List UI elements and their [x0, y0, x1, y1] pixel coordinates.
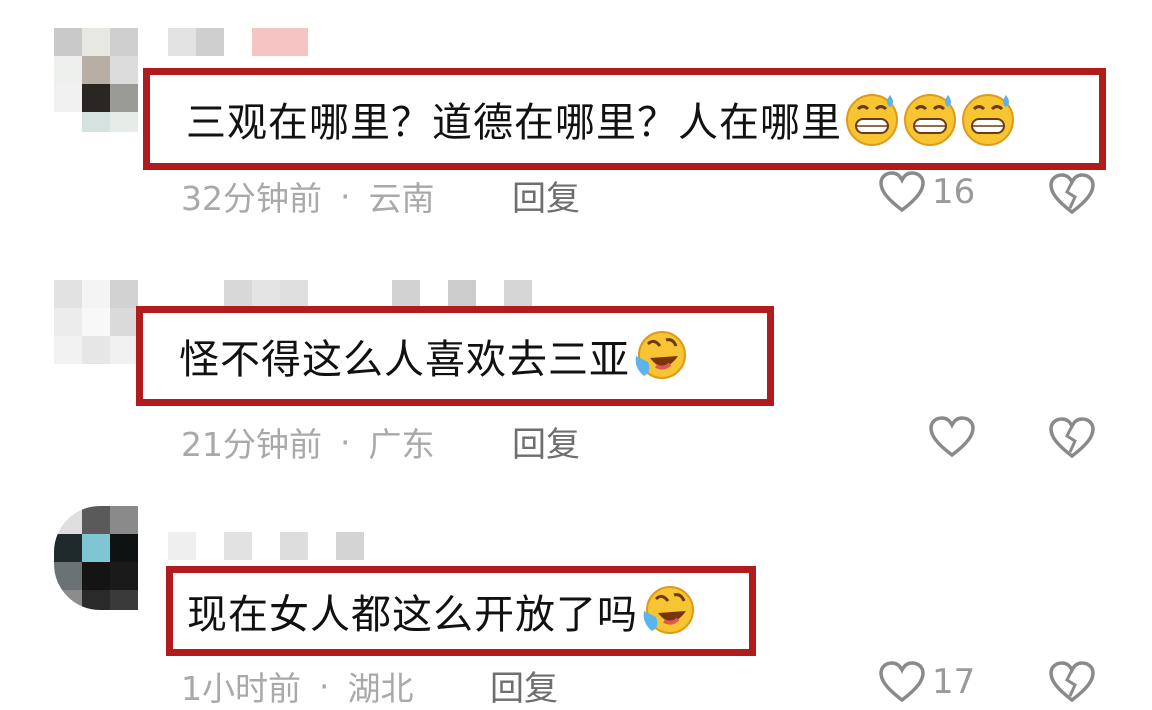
username-blurred[interactable] [168, 28, 308, 56]
comment-meta: 1小时前 · 湖北 [181, 662, 414, 710]
username-blurred[interactable] [224, 280, 534, 308]
comment-text: 三观在哪里？道德在哪里？人在哪里 [186, 100, 842, 146]
reply-button[interactable]: 回复 [490, 661, 558, 710]
broken-heart-icon [1049, 417, 1095, 459]
comment-meta: 32分钟前 · 云南 [181, 172, 435, 220]
like-button[interactable] [928, 415, 982, 459]
broken-heart-icon [1049, 173, 1095, 215]
comment-location: 广东 [368, 425, 435, 464]
grin-sweat-icon [904, 94, 956, 146]
comment-time: 1小时前 [181, 669, 301, 708]
avatar[interactable] [54, 28, 146, 132]
comment-highlight-box: 三观在哪里？道德在哪里？人在哪里 [143, 68, 1106, 170]
separator-dot: · [340, 422, 351, 462]
comment-highlight-box: 怪不得这么人喜欢去三亚 [136, 306, 774, 406]
dislike-button[interactable] [1048, 660, 1096, 708]
username-blurred[interactable] [168, 532, 364, 560]
laughing-tears-icon [635, 331, 686, 379]
like-button[interactable]: 17 [878, 660, 975, 704]
laughing-tears-icon [643, 586, 694, 634]
heart-icon [929, 416, 975, 458]
heart-icon [879, 171, 925, 213]
comment-meta: 21分钟前 · 广东 [181, 418, 435, 466]
grin-sweat-icon [846, 94, 898, 146]
comment-location: 湖北 [347, 669, 414, 708]
comment-time: 21分钟前 [181, 425, 322, 464]
dislike-button[interactable] [1048, 172, 1096, 220]
comment-text: 怪不得这么人喜欢去三亚 [179, 337, 630, 383]
comment-time: 32分钟前 [181, 179, 322, 218]
avatar[interactable] [54, 506, 146, 610]
comment-text: 现在女人都这么开放了吗 [187, 592, 638, 638]
like-count: 16 [932, 172, 976, 212]
comment-location: 云南 [368, 179, 435, 218]
avatar[interactable] [54, 280, 146, 384]
comment-highlight-box: 现在女人都这么开放了吗 [166, 566, 756, 656]
separator-dot: · [319, 666, 330, 706]
grin-sweat-icon [962, 94, 1014, 146]
like-button[interactable]: 16 [878, 170, 975, 214]
reply-button[interactable]: 回复 [512, 417, 580, 466]
broken-heart-icon [1049, 661, 1095, 703]
heart-icon [879, 661, 925, 703]
dislike-button[interactable] [1048, 416, 1096, 464]
separator-dot: · [340, 176, 351, 216]
like-count: 17 [932, 662, 976, 702]
reply-button[interactable]: 回复 [512, 171, 580, 220]
